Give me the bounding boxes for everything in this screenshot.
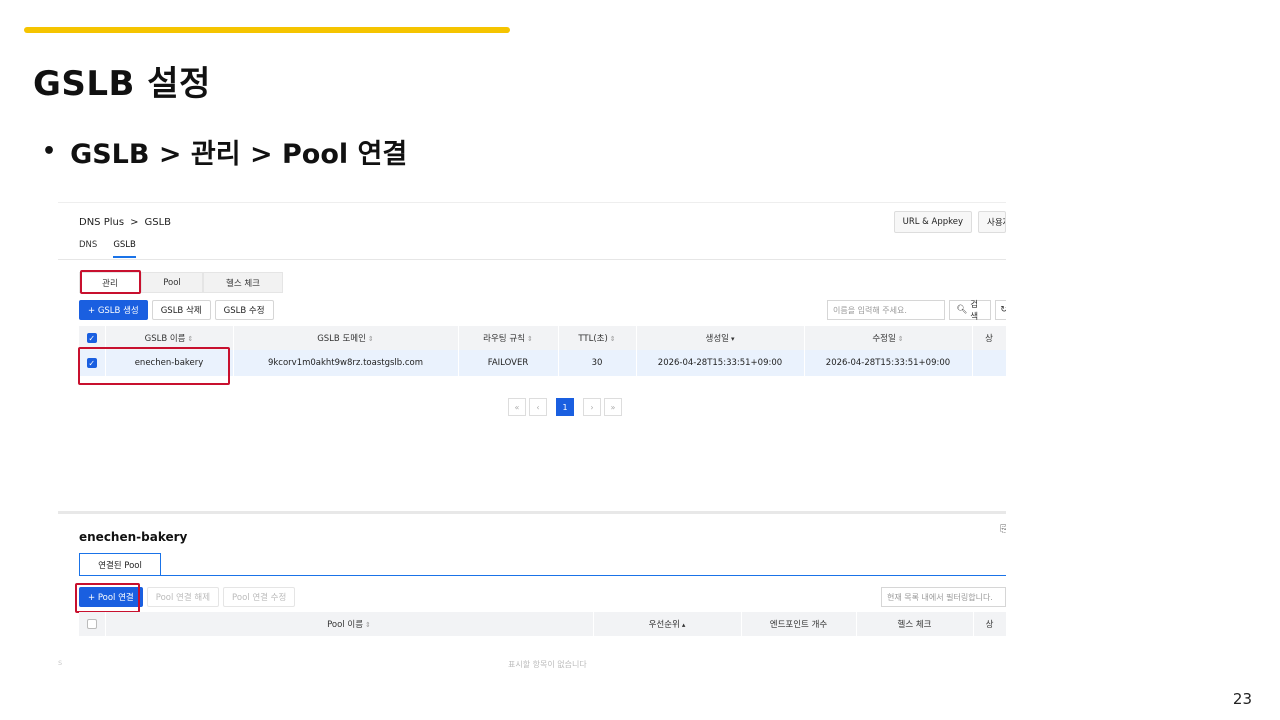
bullet-item: • GSLB > 관리 > Pool 연결 xyxy=(42,132,407,171)
empty-state-text: 표시할 항목이 없습니다 xyxy=(508,660,587,669)
last-page-button[interactable]: » xyxy=(604,398,622,416)
col-health-check[interactable]: 헬스 체크 xyxy=(856,612,974,636)
tab-pool[interactable]: Pool xyxy=(141,272,203,293)
col-priority[interactable]: 우선순위 ▴ xyxy=(593,612,742,636)
col-gslb-name[interactable]: GSLB 이름 ⇕ xyxy=(105,326,234,350)
col-gslb-domain[interactable]: GSLB 도메인 ⇕ xyxy=(233,326,459,350)
select-all-checkbox[interactable]: ✓ xyxy=(79,326,106,350)
col-routing-rule[interactable]: 라우팅 규칙 ⇕ xyxy=(458,326,559,350)
breadcrumb-current: GSLB xyxy=(144,217,171,228)
cell-domain: 9kcorv1m0akht9w8rz.toastgslb.com xyxy=(233,350,459,376)
section-divider xyxy=(58,511,1006,514)
bullet-text: GSLB > 관리 > Pool 연결 xyxy=(70,139,408,170)
table-header-row: ✓ GSLB 이름 ⇕ GSLB 도메인 ⇕ 라우팅 규칙 ⇕ TTL(초) ⇕ 생성일… xyxy=(79,326,1006,350)
url-appkey-button[interactable]: URL & Appkey xyxy=(893,211,972,233)
search-button-label: 검색 xyxy=(970,300,979,322)
detail-tab-underline xyxy=(79,575,1006,576)
tab-connected-pool[interactable]: 연결된 Pool xyxy=(79,553,161,575)
sort-icon: ⇕ xyxy=(367,335,374,343)
col-created[interactable]: 생성일 ▾ xyxy=(636,326,805,350)
tab-dns[interactable]: DNS xyxy=(79,240,97,258)
prev-page-button[interactable]: ‹ xyxy=(529,398,547,416)
col-modified[interactable]: 수정일 ⇕ xyxy=(804,326,973,350)
delete-gslb-button[interactable]: GSLB 삭제 xyxy=(151,300,211,320)
sort-desc-icon: ▾ xyxy=(730,335,735,343)
tabs-divider xyxy=(58,259,1006,260)
row-checkbox[interactable]: ✓ xyxy=(79,350,106,376)
sort-icon: ⇕ xyxy=(187,335,194,343)
sort-icon: ⇕ xyxy=(526,335,533,343)
table-row[interactable]: ✓ enechen-bakery 9kcorv1m0akht9w8rz.toas… xyxy=(79,350,1006,376)
sort-asc-icon: ▴ xyxy=(681,621,686,629)
panel-resize-icon[interactable]: ⎘ xyxy=(1000,524,1006,535)
page-button-1[interactable]: 1 xyxy=(556,398,574,416)
search-button[interactable]: 🔍︎ 검색 xyxy=(949,300,992,322)
user-guide-button[interactable]: 사용자 xyxy=(978,211,1006,233)
cell-created: 2026-04-28T15:33:51+09:00 xyxy=(636,350,805,376)
pool-table: Pool 이름 ⇕ 우선순위 ▴ 엔드포인트 개수 헬스 체크 상 xyxy=(79,612,1006,636)
accent-bar xyxy=(24,27,510,33)
top-divider xyxy=(58,202,1006,203)
pool-action-bar: + Pool 연결 Pool 연결 해제 Pool 연결 수정 xyxy=(79,587,296,607)
sort-icon: ⇕ xyxy=(365,621,371,629)
sort-icon: ⇕ xyxy=(609,335,616,343)
cell-ttl: 30 xyxy=(558,350,637,376)
next-page-button[interactable]: › xyxy=(583,398,601,416)
col-endpoint-count[interactable]: 엔드포인트 개수 xyxy=(741,612,857,636)
bullet-dot-icon: • xyxy=(42,139,57,164)
create-gslb-button[interactable]: + GSLB 생성 xyxy=(79,300,148,320)
cell-status xyxy=(972,350,1006,376)
edit-pool-connection-button[interactable]: Pool 연결 수정 xyxy=(223,587,296,607)
col-ttl[interactable]: TTL(초) ⇕ xyxy=(558,326,637,350)
col-pool-name[interactable]: Pool 이름 ⇕ xyxy=(105,612,594,636)
first-page-button[interactable]: « xyxy=(508,398,526,416)
service-tabs: DNS GSLB xyxy=(79,240,136,258)
gslb-table: ✓ GSLB 이름 ⇕ GSLB 도메인 ⇕ 라우팅 규칙 ⇕ TTL(초) ⇕ 생성일… xyxy=(79,326,1006,376)
refresh-icon[interactable]: ↻ xyxy=(995,300,1006,320)
select-all-checkbox[interactable] xyxy=(79,612,106,636)
slide-title: GSLB 설정 xyxy=(33,64,211,104)
col-status[interactable]: 상 xyxy=(973,612,1006,636)
gslb-action-bar: + GSLB 생성 GSLB 삭제 GSLB 수정 xyxy=(79,300,274,320)
tab-gslb[interactable]: GSLB xyxy=(113,240,136,258)
connect-pool-button[interactable]: + Pool 연결 xyxy=(79,587,143,607)
sort-icon: ⇕ xyxy=(897,335,904,343)
pagination: « ‹ 1 › » xyxy=(508,398,622,416)
search-area: 이름을 입력해 주세요. 🔍︎ 검색 ↻ xyxy=(827,300,1006,322)
edit-gslb-button[interactable]: GSLB 수정 xyxy=(214,300,274,320)
table-header-row: Pool 이름 ⇕ 우선순위 ▴ 엔드포인트 개수 헬스 체크 상 xyxy=(79,612,1006,636)
page-number: 23 xyxy=(1232,690,1252,708)
breadcrumb-separator-icon: > xyxy=(130,217,139,228)
detail-title: enechen-bakery xyxy=(79,530,188,544)
tab-health-check[interactable]: 헬스 체크 xyxy=(203,272,283,293)
disconnect-pool-button[interactable]: Pool 연결 해제 xyxy=(146,587,220,607)
left-edge-glyph: s xyxy=(58,658,63,667)
cell-routing: FAILOVER xyxy=(458,350,559,376)
filter-input[interactable]: 현재 목록 내에서 필터링합니다. xyxy=(881,587,1006,607)
col-status[interactable]: 상 xyxy=(972,326,1006,350)
gslb-main-tabs: 관리 Pool 헬스 체크 xyxy=(79,272,283,293)
breadcrumb: DNS Plus > GSLB xyxy=(79,217,171,228)
cell-modified: 2026-04-28T15:33:51+09:00 xyxy=(804,350,973,376)
tab-manage[interactable]: 관리 xyxy=(79,272,141,293)
breadcrumb-root[interactable]: DNS Plus xyxy=(79,217,124,228)
search-icon: 🔍︎ xyxy=(956,305,968,315)
search-input[interactable]: 이름을 입력해 주세요. xyxy=(827,300,946,320)
cell-name: enechen-bakery xyxy=(105,350,234,376)
console-screenshot: DNS Plus > GSLB URL & Appkey 사용자 DNS GSL… xyxy=(58,202,1006,670)
top-button-group: URL & Appkey 사용자 xyxy=(893,211,1006,233)
